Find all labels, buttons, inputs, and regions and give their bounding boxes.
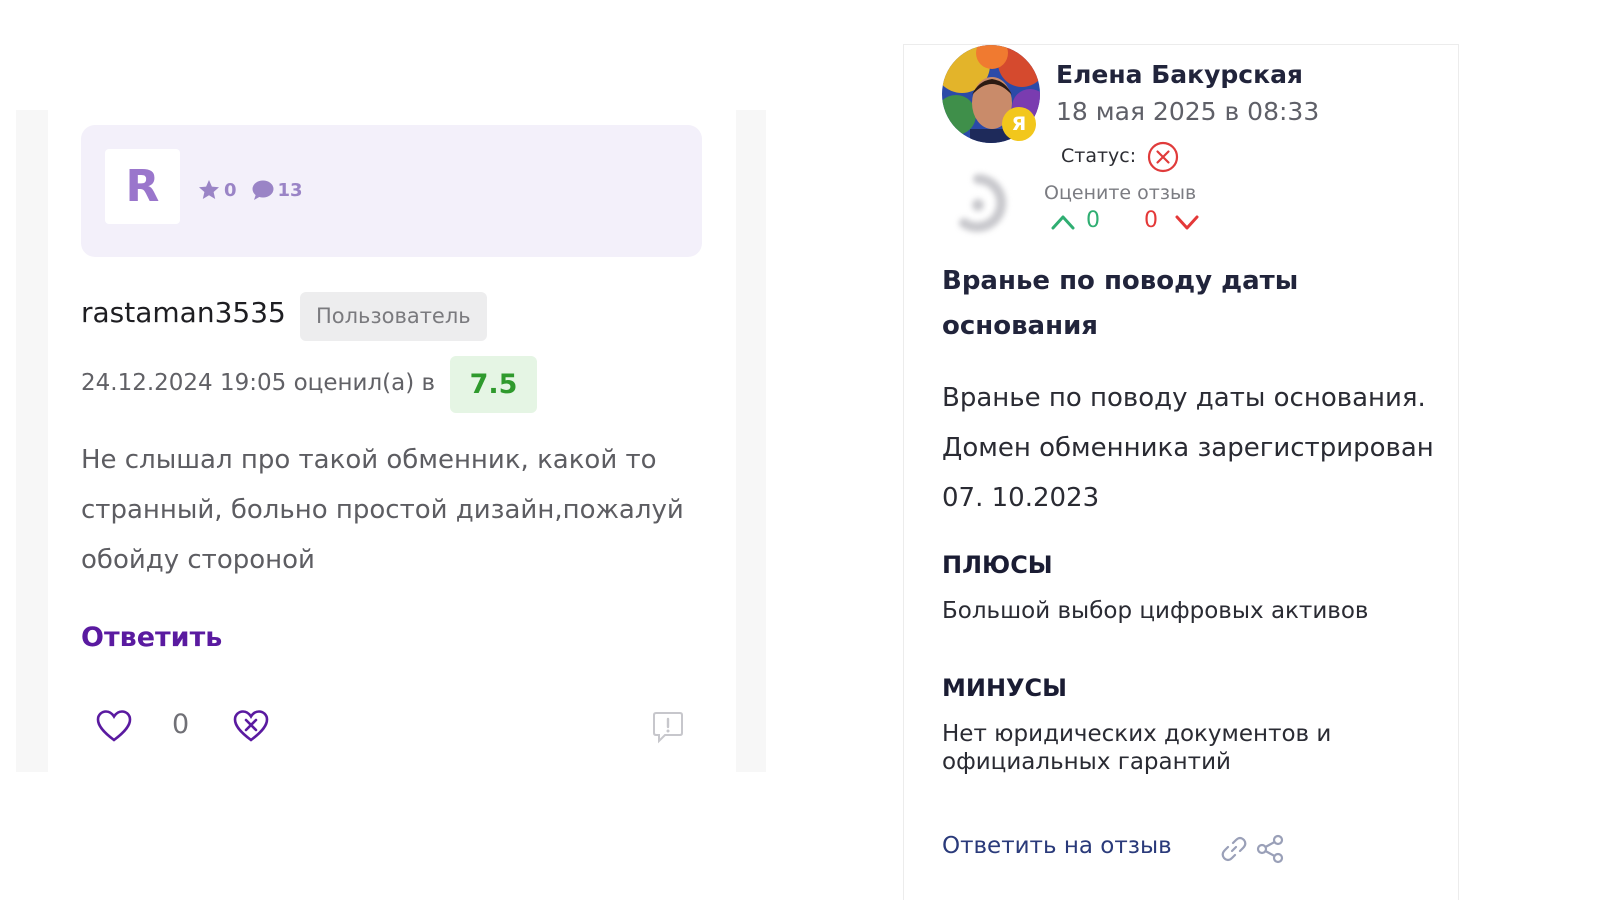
comment-icon — [251, 179, 275, 201]
author-name[interactable]: Елена Бакурская — [1056, 60, 1303, 89]
status-label: Статус: — [1061, 145, 1137, 167]
downvote-count: 0 — [1144, 208, 1158, 233]
comments-count: 13 — [277, 179, 303, 201]
left-review-card: R 0 13 rastaman3535 Пользователь 24.12.2… — [48, 110, 736, 772]
arrow-down-icon[interactable] — [1174, 213, 1200, 237]
likes-count: 0 — [172, 709, 190, 740]
role-badge: Пользователь — [300, 292, 487, 341]
rate-prompt: Оцените отзыв — [1044, 182, 1197, 204]
review-date: 24.12.2024 19:05 оценил(а) в — [81, 370, 436, 396]
heart-x-icon[interactable] — [233, 709, 269, 747]
stars-count: 0 — [224, 179, 237, 201]
yandex-badge: Я — [1002, 107, 1036, 141]
right-review-card: Я Елена Бакурская 18 мая 2025 в 08:33 Ст… — [903, 44, 1459, 900]
link-icon[interactable] — [1220, 835, 1248, 867]
left-review-panel: R 0 13 rastaman3535 Пользователь 24.12.2… — [16, 110, 766, 772]
review-comment: Не слышал про такой обменник, какой то с… — [81, 445, 684, 575]
arrow-up-icon[interactable] — [1050, 212, 1076, 236]
reply-link[interactable]: Ответить — [81, 622, 222, 653]
user-info-box: R 0 13 — [81, 125, 702, 257]
score-badge: 7.5 — [450, 356, 537, 413]
status-rejected-icon — [1147, 141, 1179, 177]
report-icon[interactable] — [651, 710, 685, 748]
username[interactable]: rastaman3535 — [81, 296, 286, 329]
share-icon[interactable] — [1256, 834, 1284, 868]
pros-text: Большой выбор цифровых активов — [942, 598, 1369, 624]
avatar[interactable]: R — [105, 149, 180, 224]
star-icon — [197, 178, 221, 202]
review-title: Вранье по поводу даты основания — [942, 266, 1299, 341]
loading-spinner-icon — [954, 171, 1008, 235]
reply-to-review-link[interactable]: Ответить на отзыв — [942, 833, 1172, 859]
review-body: Вранье по поводу даты основания. Домен о… — [942, 383, 1434, 513]
cons-heading: МИНУСЫ — [942, 674, 1068, 702]
heart-icon[interactable] — [96, 709, 132, 747]
upvote-count: 0 — [1086, 208, 1100, 233]
user-stats: 0 13 — [197, 178, 317, 202]
review-date: 18 мая 2025 в 08:33 — [1056, 97, 1320, 126]
cons-text: Нет юридических документов и официальных… — [942, 721, 1332, 775]
pros-heading: ПЛЮСЫ — [942, 551, 1053, 579]
